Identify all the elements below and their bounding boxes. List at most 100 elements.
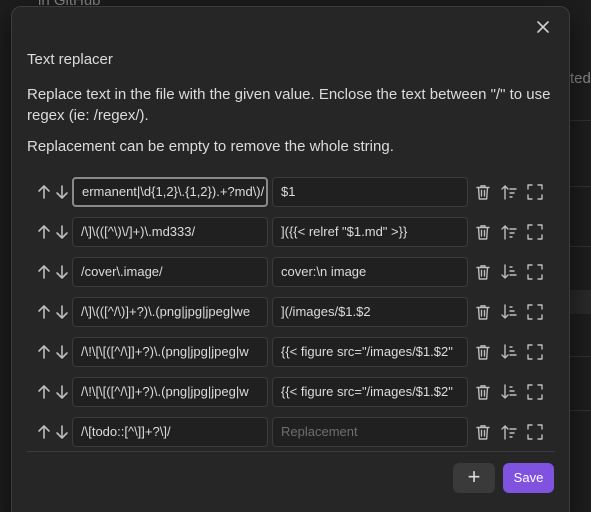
sort-order-button[interactable] [500, 383, 518, 401]
sort-order-button[interactable] [500, 183, 518, 201]
trash-icon [474, 383, 492, 401]
replacer-row: /\]\(([^/\)]+?)\.(png|jpg|jpeg|we](/imag… [27, 297, 555, 337]
expand-icon [526, 383, 544, 401]
arrow-up-icon [36, 383, 52, 401]
delete-row-button[interactable] [474, 303, 492, 321]
pattern-input[interactable]: /\!\[\[([^/\]]+?)\.(png|jpg|jpeg|w [72, 377, 268, 407]
move-down-button[interactable] [54, 263, 70, 281]
arrow-down-icon [54, 303, 70, 321]
delete-row-button[interactable] [474, 343, 492, 361]
background-divider [570, 246, 591, 247]
expand-icon [526, 183, 544, 201]
expand-button[interactable] [526, 223, 544, 241]
expand-button[interactable] [526, 183, 544, 201]
replacer-row: /\!\[\[([^/\]]+?)\.(png|jpg|jpeg|w {{< fi… [27, 377, 555, 417]
sort-icon [500, 223, 518, 241]
sort-order-button[interactable] [500, 263, 518, 281]
move-down-button[interactable] [54, 343, 70, 361]
arrow-down-icon [54, 263, 70, 281]
close-icon [534, 18, 552, 36]
trash-icon [474, 303, 492, 321]
add-row-button[interactable]: + [453, 463, 495, 493]
arrow-down-icon [54, 223, 70, 241]
trash-icon [474, 183, 492, 201]
sort-icon [500, 303, 518, 321]
expand-icon [526, 423, 544, 441]
replacement-input[interactable]: cover:\n image [272, 257, 468, 287]
delete-row-button[interactable] [474, 223, 492, 241]
footer-divider [27, 451, 555, 452]
modal-title: Text replacer [27, 51, 113, 68]
sort-order-button[interactable] [500, 423, 518, 441]
delete-row-button[interactable] [474, 383, 492, 401]
sort-icon [500, 343, 518, 361]
expand-button[interactable] [526, 343, 544, 361]
expand-icon [526, 263, 544, 281]
arrow-up-icon [36, 183, 52, 201]
move-down-button[interactable] [54, 183, 70, 201]
arrow-down-icon [54, 383, 70, 401]
arrow-up-icon [36, 423, 52, 441]
replacer-row: /\!\[\[([^/\]]+?)\.(png|jpg|jpeg|w {{< fi… [27, 337, 555, 377]
sort-icon [500, 183, 518, 201]
replacement-input[interactable]: {{< figure src="/images/$1.$2" [272, 337, 468, 367]
replacement-input[interactable]: Replacement [272, 417, 468, 447]
replacement-input[interactable]: ](/images/$1.$2 [272, 297, 468, 327]
move-up-button[interactable] [36, 303, 52, 321]
pattern-input[interactable]: /\[todo::[^\]]+?\]/ [72, 417, 268, 447]
expand-icon [526, 303, 544, 321]
move-down-button[interactable] [54, 223, 70, 241]
move-down-button[interactable] [54, 303, 70, 321]
move-up-button[interactable] [36, 223, 52, 241]
save-button[interactable]: Save [503, 463, 554, 493]
pattern-input[interactable]: /cover\.image/ [72, 257, 268, 287]
replacement-input[interactable]: $1 [272, 177, 468, 207]
expand-button[interactable] [526, 383, 544, 401]
delete-row-button[interactable] [474, 423, 492, 441]
close-button[interactable] [534, 18, 552, 36]
background-divider [570, 186, 591, 187]
expand-icon [526, 343, 544, 361]
modal-note: Replacement can be empty to remove the w… [27, 138, 394, 155]
replacer-row: ermanent|\d{1,2}\.{1,2}).+?md\)/$1 [27, 177, 555, 217]
background-divider [570, 120, 591, 121]
pattern-input[interactable]: /\]\(([^\)\/]+)\.md333/ [72, 217, 268, 247]
replacer-row: /\]\(([^\)\/]+)\.md333/]({{< relref "$1.… [27, 217, 555, 257]
pattern-input[interactable]: /\]\(([^/\)]+?)\.(png|jpg|jpeg|we [72, 297, 268, 327]
move-up-button[interactable] [36, 343, 52, 361]
modal-description: Replace text in the file with the given … [27, 86, 551, 124]
sort-order-button[interactable] [500, 303, 518, 321]
expand-icon [526, 223, 544, 241]
sort-icon [500, 383, 518, 401]
background-divider [570, 356, 591, 357]
delete-row-button[interactable] [474, 183, 492, 201]
arrow-up-icon [36, 343, 52, 361]
trash-icon [474, 343, 492, 361]
sort-order-button[interactable] [500, 343, 518, 361]
pattern-input[interactable]: /\!\[\[([^/\]]+?)\.(png|jpg|jpeg|w [72, 337, 268, 367]
sort-icon [500, 423, 518, 441]
background-highlight [570, 290, 591, 314]
move-up-button[interactable] [36, 263, 52, 281]
replacer-row: /cover\.image/cover:\n image [27, 257, 555, 297]
expand-button[interactable] [526, 303, 544, 321]
trash-icon [474, 263, 492, 281]
arrow-up-icon [36, 303, 52, 321]
move-down-button[interactable] [54, 383, 70, 401]
background-side-text: ted [570, 70, 591, 87]
move-up-button[interactable] [36, 383, 52, 401]
delete-row-button[interactable] [474, 263, 492, 281]
move-up-button[interactable] [36, 183, 52, 201]
expand-button[interactable] [526, 423, 544, 441]
replacement-input[interactable]: ]({{< relref "$1.md" >}} [272, 217, 468, 247]
arrow-down-icon [54, 183, 70, 201]
sort-order-button[interactable] [500, 223, 518, 241]
move-up-button[interactable] [36, 423, 52, 441]
expand-button[interactable] [526, 263, 544, 281]
trash-icon [474, 223, 492, 241]
trash-icon [474, 423, 492, 441]
move-down-button[interactable] [54, 423, 70, 441]
pattern-input[interactable]: ermanent|\d{1,2}\.{1,2}).+?md\)/ [72, 177, 268, 207]
background-divider [570, 410, 591, 411]
replacement-input[interactable]: {{< figure src="/images/$1.$2" [272, 377, 468, 407]
